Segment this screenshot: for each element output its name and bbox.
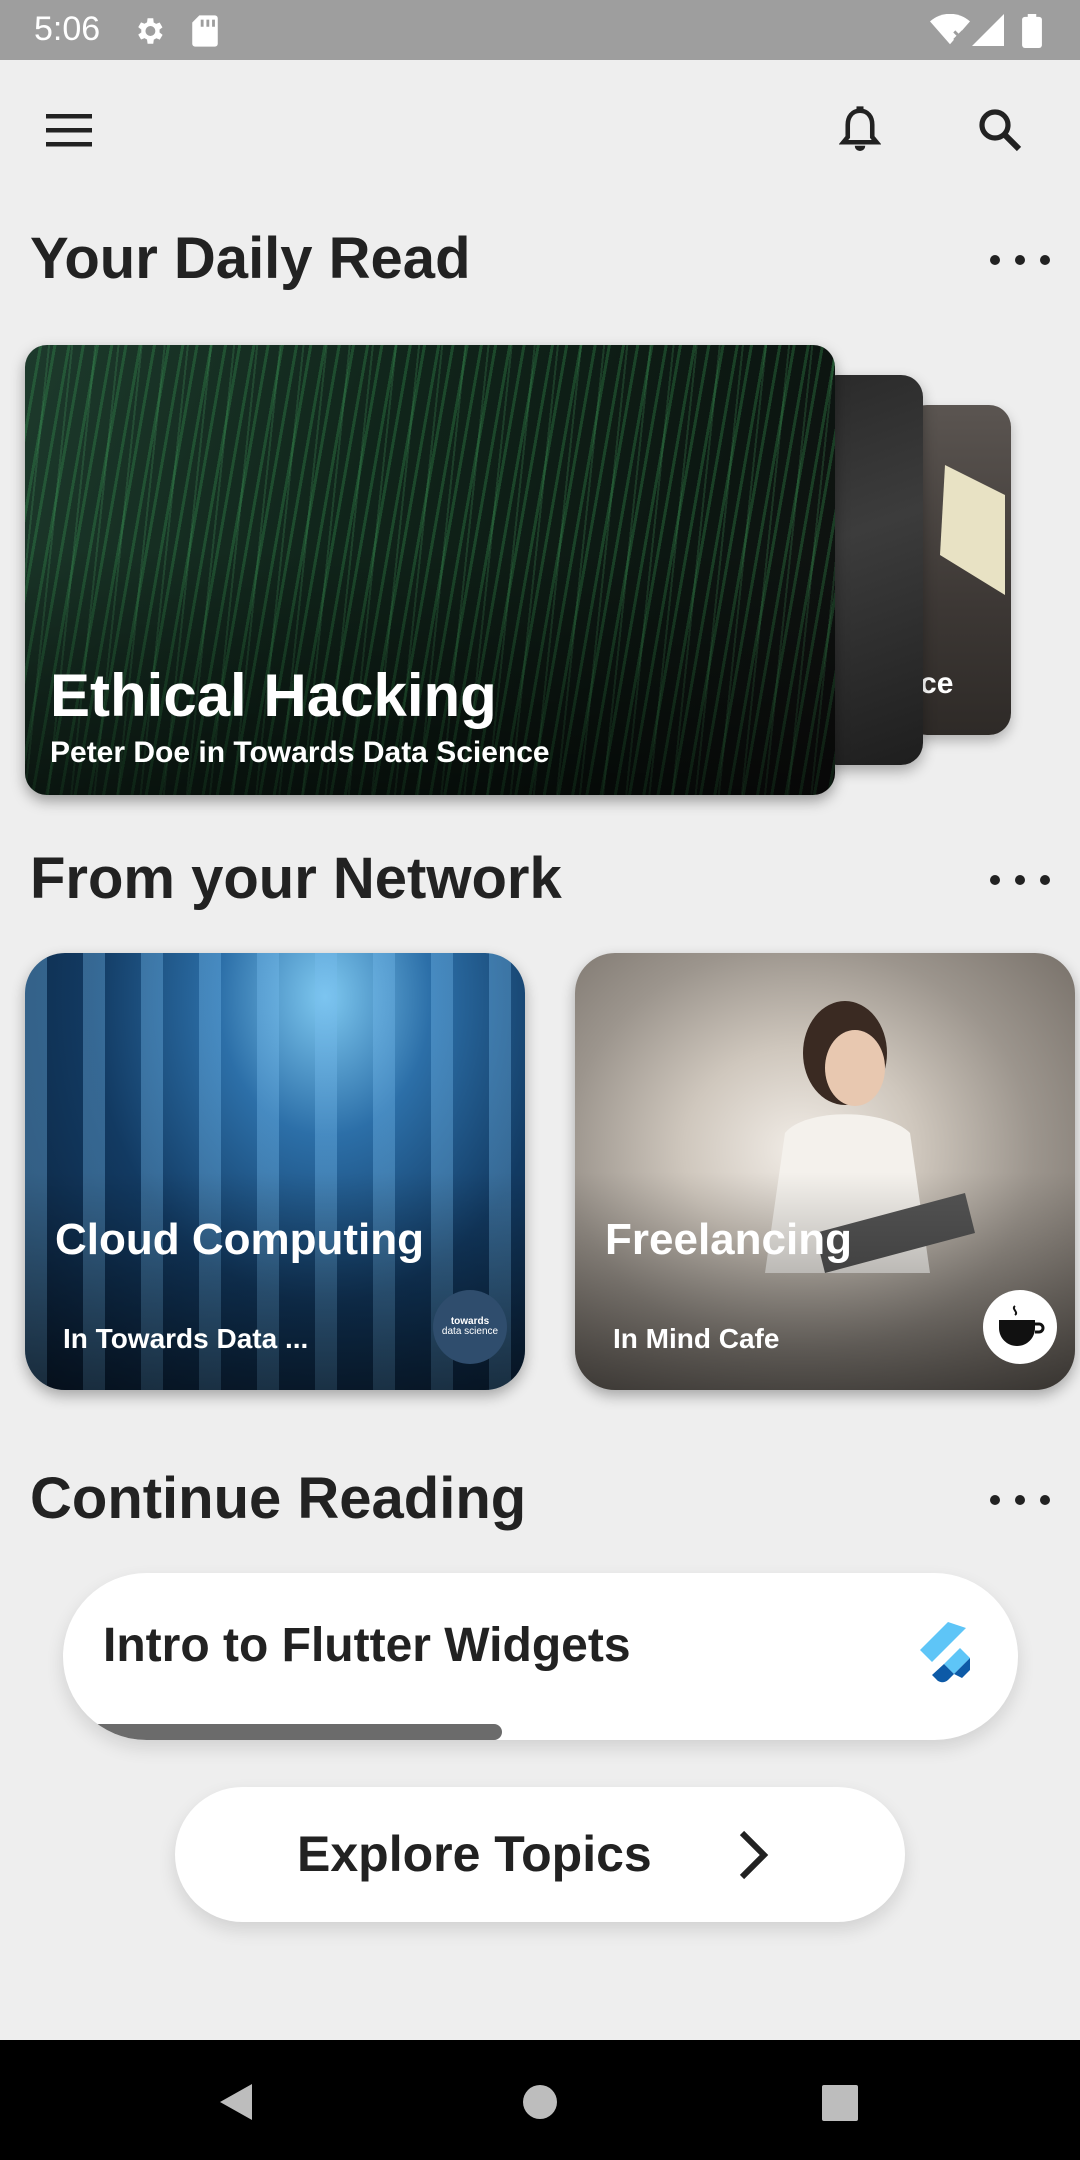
more-dot bbox=[1040, 255, 1050, 265]
bell-icon bbox=[839, 106, 881, 151]
logo-text: data science bbox=[441, 1326, 499, 1337]
network-more-button[interactable] bbox=[990, 860, 1050, 900]
reading-progress-fill bbox=[63, 1724, 503, 1740]
more-dot bbox=[1015, 255, 1025, 265]
notifications-button[interactable] bbox=[820, 90, 900, 170]
wifi-icon bbox=[930, 14, 970, 45]
section-title-continue-reading: Continue Reading bbox=[30, 1466, 527, 1531]
coffee-cup-icon bbox=[999, 1305, 1045, 1346]
reading-progress-bar bbox=[63, 1724, 1018, 1740]
settings-icon bbox=[138, 18, 163, 44]
system-nav-bar bbox=[0, 2040, 1080, 2160]
back-icon[interactable] bbox=[218, 2082, 254, 2122]
card-subtitle: In Mind Cafe bbox=[613, 1323, 780, 1354]
card-subtitle: In Towards Data ... bbox=[63, 1323, 309, 1354]
search-button[interactable] bbox=[960, 90, 1040, 170]
status-bar: 5:06 bbox=[0, 0, 1080, 60]
continue-reading-more-button[interactable] bbox=[990, 1480, 1050, 1520]
card-image-decor bbox=[940, 465, 1005, 595]
explore-topics-button[interactable]: Explore Topics bbox=[175, 1787, 905, 1922]
publication-logo-mind-cafe[interactable] bbox=[983, 1290, 1057, 1364]
card-title: Freelancing bbox=[605, 1215, 852, 1264]
search-icon bbox=[979, 109, 1022, 152]
sd-card-icon bbox=[192, 15, 218, 47]
continue-reading-card[interactable]: Intro to Flutter Widgets bbox=[63, 1573, 1018, 1740]
more-dot bbox=[1015, 1495, 1025, 1505]
recents-icon[interactable] bbox=[822, 2085, 858, 2121]
status-time: 5:06 bbox=[34, 10, 101, 48]
more-dot bbox=[1015, 875, 1025, 885]
menu-icon bbox=[46, 114, 92, 147]
card-title: Cloud Computing bbox=[55, 1215, 425, 1264]
battery-icon bbox=[1022, 14, 1042, 48]
network-card-freelancing[interactable]: Freelancing In Mind Cafe bbox=[575, 953, 1075, 1390]
explore-topics-label: Explore Topics bbox=[297, 1826, 652, 1882]
section-title-network: From your Network bbox=[30, 846, 562, 911]
flutter-logo-icon bbox=[920, 1622, 970, 1683]
section-title-daily-read: Your Daily Read bbox=[30, 226, 471, 291]
more-dot bbox=[990, 875, 1000, 885]
daily-read-more-button[interactable] bbox=[990, 240, 1050, 280]
more-dot bbox=[1040, 875, 1050, 885]
more-dot bbox=[990, 1495, 1000, 1505]
signal-icon bbox=[972, 14, 1004, 46]
chevron-right-icon bbox=[739, 1830, 769, 1880]
home-icon[interactable] bbox=[522, 2084, 558, 2120]
continue-item-title: Intro to Flutter Widgets bbox=[103, 1619, 631, 1672]
menu-button[interactable] bbox=[30, 90, 110, 170]
network-card-cloud-computing[interactable]: Cloud Computing In Towards Data ... towa… bbox=[25, 953, 525, 1390]
more-dot bbox=[990, 255, 1000, 265]
more-dot bbox=[1040, 1495, 1050, 1505]
daily-read-card-main[interactable]: Ethical Hacking Peter Doe in Towards Dat… bbox=[25, 345, 835, 795]
card-title: Ethical Hacking bbox=[50, 662, 497, 729]
publication-logo-tds[interactable]: towards data science bbox=[433, 1290, 507, 1364]
card-subtitle: Peter Doe in Towards Data Science bbox=[50, 736, 550, 769]
